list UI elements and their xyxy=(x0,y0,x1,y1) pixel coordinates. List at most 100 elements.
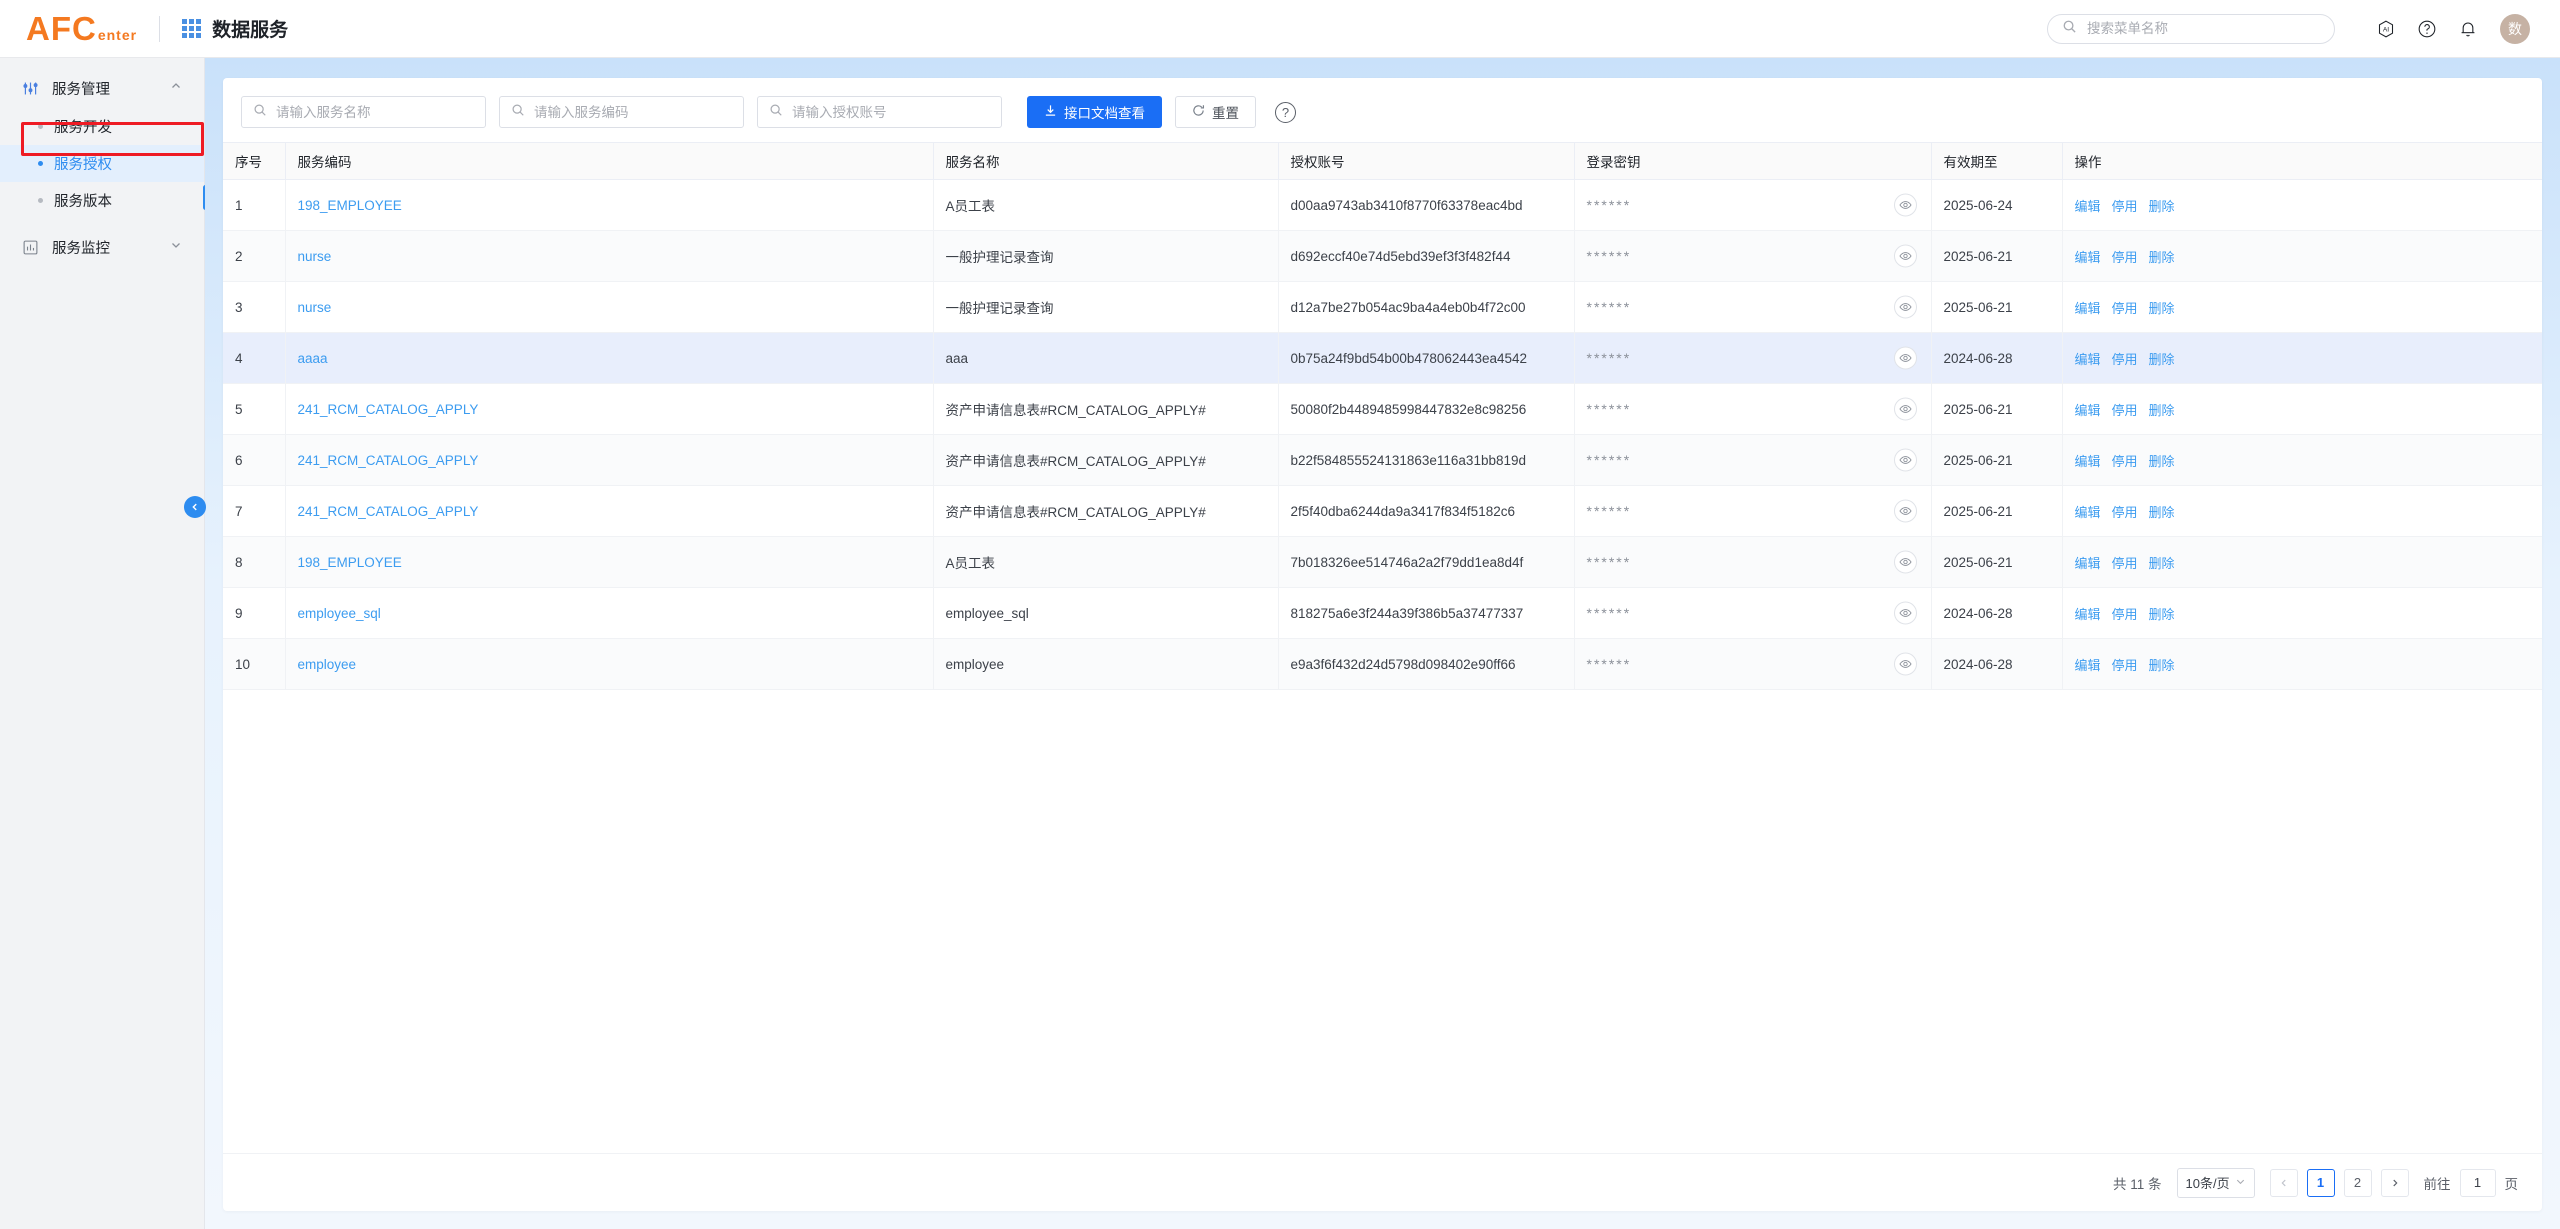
row-action-edit[interactable]: 编辑 xyxy=(2075,301,2101,316)
table-row[interactable]: 6 241_RCM_CATALOG_APPLY 资产申请信息表#RCM_CATALO… xyxy=(223,434,2542,486)
row-action-disable[interactable]: 停用 xyxy=(2112,607,2138,622)
eye-icon[interactable] xyxy=(1893,499,1917,523)
service-code-link[interactable]: 198_EMPLOYEE xyxy=(298,198,402,213)
service-code-link[interactable]: aaaa xyxy=(298,351,328,366)
service-code-link[interactable]: 241_RCM_CATALOG_APPLY xyxy=(298,504,479,519)
chevron-down-icon[interactable] xyxy=(170,239,182,255)
row-action-disable[interactable]: 停用 xyxy=(2112,199,2138,214)
bell-icon[interactable] xyxy=(2457,18,2479,40)
eye-icon[interactable] xyxy=(1893,652,1917,676)
row-action-delete[interactable]: 删除 xyxy=(2149,556,2175,571)
eye-icon[interactable] xyxy=(1893,448,1917,472)
chevron-down-icon xyxy=(2235,1175,2246,1190)
row-action-delete[interactable]: 删除 xyxy=(2149,505,2175,520)
row-action-edit[interactable]: 编辑 xyxy=(2075,505,2101,520)
row-action-disable[interactable]: 停用 xyxy=(2112,505,2138,520)
goto-page-input[interactable] xyxy=(2459,1168,2496,1197)
cell-account: b22f584855524131863e116a31bb819d xyxy=(1278,434,1575,486)
service-code-link[interactable]: employee xyxy=(298,657,357,672)
search-icon xyxy=(253,103,267,122)
row-action-delete[interactable]: 删除 xyxy=(2149,352,2175,367)
row-action-disable[interactable]: 停用 xyxy=(2112,658,2138,673)
cell-operations: 编辑 停用 删除 xyxy=(2062,587,2542,639)
row-action-delete[interactable]: 删除 xyxy=(2149,250,2175,265)
service-code-link[interactable]: nurse xyxy=(298,300,332,315)
question-mark-icon[interactable]: ? xyxy=(1275,101,1296,123)
user-avatar[interactable]: 数 xyxy=(2500,13,2530,44)
cell-name: A员工表 xyxy=(933,179,1279,231)
service-name-filter[interactable] xyxy=(241,96,486,128)
eye-icon[interactable] xyxy=(1893,193,1917,217)
row-action-edit[interactable]: 编辑 xyxy=(2075,199,2101,214)
service-code-link[interactable]: 241_RCM_CATALOG_APPLY xyxy=(298,453,479,468)
row-action-edit[interactable]: 编辑 xyxy=(2075,454,2101,469)
page-size-select[interactable]: 10条/页 xyxy=(2176,1167,2255,1198)
table-row[interactable]: 4 aaaa aaa 0b75a24f9bd54b00b478062443ea4542… xyxy=(223,332,2542,384)
row-action-edit[interactable]: 编辑 xyxy=(2075,403,2101,418)
api-doc-view-label: 接口文档查看 xyxy=(1064,106,1145,121)
row-action-disable[interactable]: 停用 xyxy=(2112,250,2138,265)
row-action-edit[interactable]: 编辑 xyxy=(2075,556,2101,571)
row-action-disable[interactable]: 停用 xyxy=(2112,454,2138,469)
eye-icon[interactable] xyxy=(1893,397,1917,421)
sidebar-group-service-management[interactable]: 服务管理 xyxy=(0,68,204,108)
page-button-2[interactable]: 2 xyxy=(2343,1168,2372,1197)
cell-expire: 2025-06-21 xyxy=(1931,485,2063,537)
table-row[interactable]: 7 241_RCM_CATALOG_APPLY 资产申请信息表#RCM_CATALO… xyxy=(223,485,2542,537)
table-row[interactable]: 2 nurse 一般护理记录查询 d692eccf40e74d5ebd39ef3f3f… xyxy=(223,230,2542,282)
service-code-link[interactable]: 241_RCM_CATALOG_APPLY xyxy=(298,402,479,417)
row-action-delete[interactable]: 删除 xyxy=(2149,658,2175,673)
service-code-filter[interactable] xyxy=(499,96,744,128)
chevron-up-icon[interactable] xyxy=(170,80,182,96)
app-grid-icon[interactable] xyxy=(182,19,202,38)
eye-icon[interactable] xyxy=(1893,601,1917,625)
eye-icon[interactable] xyxy=(1893,295,1917,319)
sidebar-collapse-button[interactable] xyxy=(184,496,206,518)
row-action-edit[interactable]: 编辑 xyxy=(2075,658,2101,673)
next-page-button[interactable] xyxy=(2380,1168,2409,1197)
eye-icon[interactable] xyxy=(1893,346,1917,370)
service-code-input[interactable] xyxy=(532,103,732,121)
menu-search-input[interactable] xyxy=(2085,20,2320,37)
eye-icon[interactable] xyxy=(1893,244,1917,268)
table-row[interactable]: 10 employee employee e9a3f6f432d24d5798d098… xyxy=(223,638,2542,690)
service-name-input[interactable] xyxy=(274,103,474,121)
table-row[interactable]: 9 employee_sql employee_sql 818275a6e3f244a… xyxy=(223,587,2542,639)
menu-search-box[interactable] xyxy=(2047,13,2335,44)
row-action-edit[interactable]: 编辑 xyxy=(2075,352,2101,367)
row-action-delete[interactable]: 删除 xyxy=(2149,301,2175,316)
row-action-disable[interactable]: 停用 xyxy=(2112,352,2138,367)
sidebar-group-service-monitoring[interactable]: 服务监控 xyxy=(0,227,204,267)
row-action-delete[interactable]: 删除 xyxy=(2149,199,2175,214)
service-code-link[interactable]: employee_sql xyxy=(298,606,381,621)
eye-icon[interactable] xyxy=(1893,550,1917,574)
row-action-delete[interactable]: 删除 xyxy=(2149,403,2175,418)
page-button-1[interactable]: 1 xyxy=(2306,1168,2335,1197)
row-action-delete[interactable]: 删除 xyxy=(2149,607,2175,622)
ai-icon[interactable]: AI xyxy=(2375,18,2397,40)
service-code-link[interactable]: 198_EMPLOYEE xyxy=(298,555,402,570)
app-logo: AFC enter xyxy=(26,10,137,48)
reset-button[interactable]: 重置 xyxy=(1175,96,1256,128)
help-icon[interactable] xyxy=(2416,18,2438,40)
sidebar-item-service-version[interactable]: 服务版本 xyxy=(0,182,204,219)
row-action-disable[interactable]: 停用 xyxy=(2112,403,2138,418)
page-size-label: 10条/页 xyxy=(2185,1176,2230,1191)
sidebar-item-service-development[interactable]: 服务开发 xyxy=(0,108,204,145)
prev-page-button[interactable] xyxy=(2269,1168,2298,1197)
auth-account-input[interactable] xyxy=(790,103,990,121)
row-action-delete[interactable]: 删除 xyxy=(2149,454,2175,469)
row-action-disable[interactable]: 停用 xyxy=(2112,556,2138,571)
service-code-link[interactable]: nurse xyxy=(298,249,332,264)
row-action-edit[interactable]: 编辑 xyxy=(2075,250,2101,265)
cell-secret: ****** xyxy=(1574,587,1932,639)
table-row[interactable]: 1 198_EMPLOYEE A员工表 d00aa9743ab3410f8770f63… xyxy=(223,179,2542,231)
auth-account-filter[interactable] xyxy=(757,96,1002,128)
api-doc-view-button[interactable]: 接口文档查看 xyxy=(1027,96,1162,128)
row-action-disable[interactable]: 停用 xyxy=(2112,301,2138,316)
table-row[interactable]: 3 nurse 一般护理记录查询 d12a7be27b054ac9ba4a4eb0b4… xyxy=(223,281,2542,333)
sidebar-item-service-authorization[interactable]: 服务授权 xyxy=(0,145,204,182)
row-action-edit[interactable]: 编辑 xyxy=(2075,607,2101,622)
table-row[interactable]: 8 198_EMPLOYEE A员工表 7b018326ee514746a2a2f79… xyxy=(223,536,2542,588)
table-row[interactable]: 5 241_RCM_CATALOG_APPLY 资产申请信息表#RCM_CATALO… xyxy=(223,383,2542,435)
